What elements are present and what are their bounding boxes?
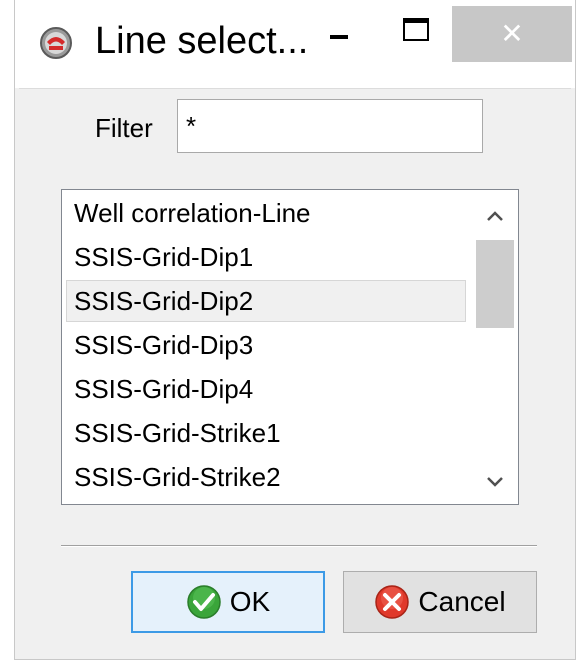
x-circle-icon	[375, 585, 410, 619]
filter-input[interactable]	[177, 99, 483, 153]
list-item[interactable]: Well correlation-Line	[66, 192, 466, 234]
close-button[interactable]: ✕	[452, 6, 572, 62]
cancel-button[interactable]: Cancel	[343, 571, 537, 633]
scroll-up-button[interactable]	[472, 194, 518, 238]
list-scrollbar[interactable]	[472, 190, 518, 504]
maximize-button[interactable]	[393, 6, 439, 62]
chevron-up-icon	[487, 211, 503, 221]
minimize-button[interactable]	[319, 6, 359, 62]
dialog-window: Line select... ✕ Filter Well correlation…	[14, 0, 576, 660]
scroll-down-button[interactable]	[472, 460, 518, 504]
divider	[61, 545, 537, 547]
scroll-thumb[interactable]	[476, 240, 514, 328]
dialog-content: Filter Well correlation-Line SSIS-Grid-D…	[19, 88, 571, 654]
maximize-icon	[403, 17, 429, 41]
minimize-icon	[330, 35, 348, 39]
app-logo-icon	[40, 27, 72, 59]
ok-button[interactable]: OK	[131, 571, 325, 633]
ok-label: OK	[229, 586, 271, 617]
line-list[interactable]: Well correlation-Line SSIS-Grid-Dip1 SSI…	[61, 189, 519, 505]
cancel-label: Cancel	[418, 586, 506, 617]
list-item[interactable]: SSIS-Grid-Strike2	[66, 456, 466, 498]
chevron-down-icon	[487, 477, 503, 487]
window-title: Line select...	[95, 20, 309, 62]
list-item-selected[interactable]: SSIS-Grid-Dip2	[66, 280, 466, 322]
filter-label: Filter	[95, 113, 153, 143]
check-circle-icon	[187, 585, 221, 619]
list-item[interactable]: SSIS-Grid-Dip1	[66, 236, 466, 278]
list-item[interactable]: SSIS-Grid-Dip3	[66, 324, 466, 366]
title-bar[interactable]: Line select... ✕	[15, 0, 575, 88]
list-item[interactable]: SSIS-Grid-Dip4	[66, 368, 466, 410]
list-item[interactable]: SSIS-Grid-Strike1	[66, 412, 466, 454]
close-icon: ✕	[500, 17, 524, 50]
line-list-items: Well correlation-Line SSIS-Grid-Dip1 SSI…	[62, 190, 472, 504]
